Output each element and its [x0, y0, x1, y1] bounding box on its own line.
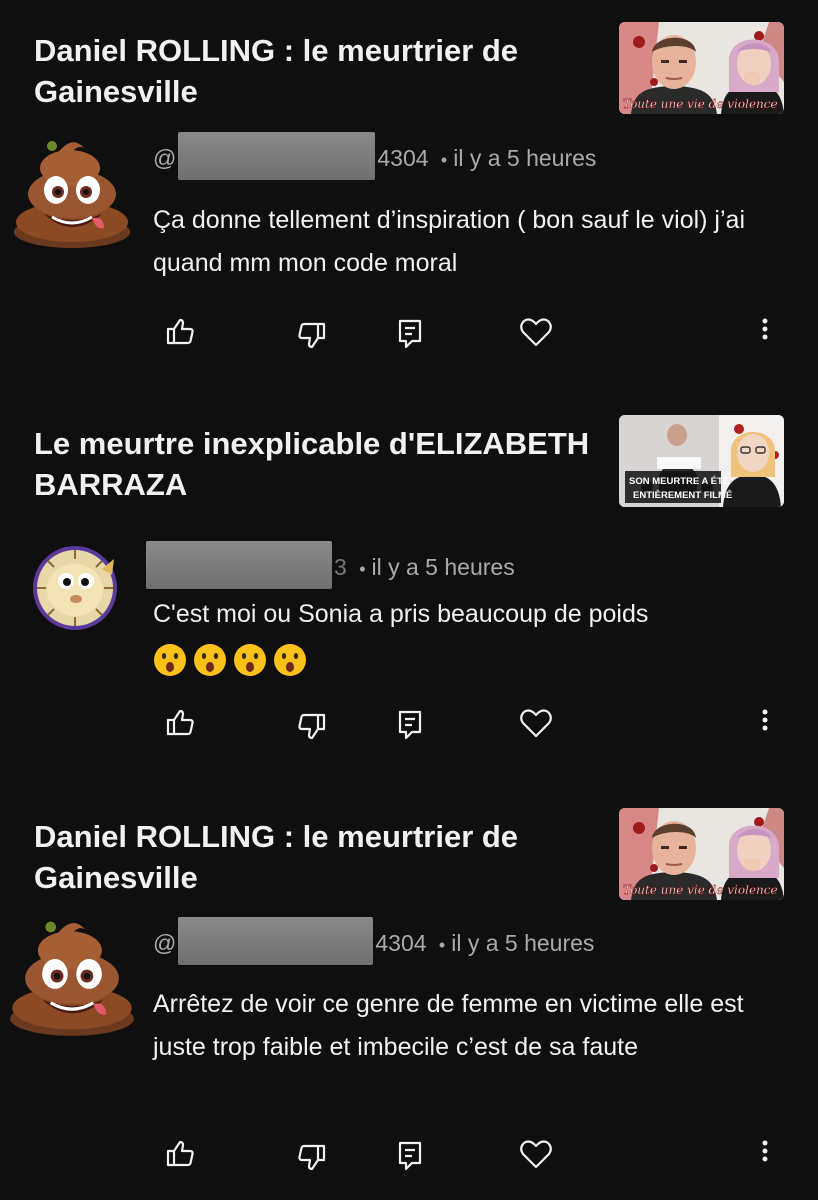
thumbnail-caption: Toute une vie de violence [623, 883, 778, 897]
hushed-face-emoji [234, 644, 266, 677]
meta-separator: • [438, 935, 446, 956]
heart-icon [520, 318, 552, 347]
more-options-button[interactable] [745, 312, 785, 352]
thumbnail-caption: Toute une vie de violence [623, 97, 778, 111]
reply-button[interactable] [390, 703, 430, 743]
heart-icon [520, 1140, 552, 1169]
like-button[interactable] [160, 1134, 200, 1174]
reply-icon [398, 710, 422, 740]
like-icon [166, 709, 194, 736]
pufferfish-icon [33, 546, 117, 630]
comment-text: Ça donne tellement d’inspiration ( bon s… [153, 206, 745, 277]
avatar[interactable] [32, 545, 118, 631]
thumbnail-image: SON MEURTRE A ÉTÉ ENTIÈREMENT FILMÉ [619, 415, 784, 507]
reply-icon [398, 1141, 422, 1171]
redacted-username [146, 541, 332, 589]
timestamp: il y a 5 heures [371, 554, 515, 581]
handle-suffix: 4304 [377, 145, 429, 172]
reply-button[interactable] [390, 312, 430, 352]
more-options-icon [762, 318, 768, 340]
dislike-button[interactable] [292, 312, 332, 352]
dislike-icon [298, 713, 326, 740]
redacted-username [178, 917, 374, 965]
more-options-button[interactable] [745, 703, 785, 743]
comment-card: Daniel ROLLING : le meurtrier de Gainesv… [0, 786, 818, 1200]
video-thumbnail[interactable]: Toute une vie de violence [619, 22, 784, 114]
more-options-icon [762, 709, 768, 731]
comment-text: C'est moi ou Sonia a pris beaucoup de po… [153, 593, 793, 679]
reply-icon [398, 319, 422, 349]
comment-actions [0, 703, 818, 747]
like-button[interactable] [160, 703, 200, 743]
dislike-icon [298, 1144, 326, 1171]
dislike-button[interactable] [292, 1134, 332, 1174]
comment-meta: @4304 • il y a 5 heures [153, 132, 597, 180]
hushed-face-emoji [154, 644, 186, 677]
handle-suffix: 3 [334, 554, 347, 581]
avatar[interactable] [8, 914, 136, 1036]
dislike-icon [298, 322, 326, 349]
avatar[interactable] [12, 134, 132, 248]
video-thumbnail[interactable]: Toute une vie de violence [619, 808, 784, 900]
video-title[interactable]: Daniel ROLLING : le meurtrier de Gainesv… [34, 816, 594, 898]
more-options-icon [762, 1140, 768, 1162]
handle-suffix: 4304 [375, 930, 427, 957]
dislike-button[interactable] [292, 703, 332, 743]
meta-separator: • [440, 150, 448, 171]
like-icon [166, 1140, 194, 1167]
hushed-face-emoji [194, 644, 226, 677]
heart-button[interactable] [516, 703, 556, 743]
meta-separator: • [359, 559, 366, 580]
comment-text: Arrêtez de voir ce genre de femme en vic… [153, 990, 744, 1061]
hushed-face-emoji [274, 644, 306, 677]
poop-emoji-icon [14, 141, 130, 248]
comment-actions [0, 1134, 818, 1178]
reply-button[interactable] [390, 1134, 430, 1174]
handle-prefix: @ [153, 930, 177, 957]
redacted-username [178, 132, 376, 180]
timestamp: il y a 5 heures [451, 930, 595, 957]
comment-meta: @4304 • il y a 5 heures [153, 917, 595, 965]
heart-button[interactable] [516, 1134, 556, 1174]
video-title[interactable]: Daniel ROLLING : le meurtrier de Gainesv… [34, 30, 594, 112]
like-button[interactable] [160, 312, 200, 352]
thumbnail-image: Toute une vie de violence [619, 808, 784, 900]
timestamp: il y a 5 heures [453, 145, 597, 172]
like-icon [166, 318, 194, 345]
emoji-row [153, 643, 307, 677]
comment-actions [0, 312, 818, 356]
heart-button[interactable] [516, 312, 556, 352]
thumbnail-image: Toute une vie de violence [619, 22, 784, 114]
thumbnail-caption-line-2: ENTIÈREMENT FILMÉ [633, 490, 732, 501]
video-thumbnail[interactable]: SON MEURTRE A ÉTÉ ENTIÈREMENT FILMÉ [619, 415, 784, 507]
video-title[interactable]: Le meurtre inexplicable d'ELIZABETH BARR… [34, 423, 594, 505]
thumbnail-caption-line-1: SON MEURTRE A ÉTÉ [629, 476, 729, 487]
more-options-button[interactable] [745, 1134, 785, 1174]
comment-meta: 3 • il y a 5 heures [146, 541, 515, 589]
heart-icon [520, 709, 552, 738]
comment-card: Le meurtre inexplicable d'ELIZABETH BARR… [0, 393, 818, 785]
handle-prefix: @ [153, 145, 177, 172]
comment-body: C'est moi ou Sonia a pris beaucoup de po… [153, 600, 649, 628]
comment-card: Daniel ROLLING : le meurtrier de Gainesv… [0, 0, 818, 392]
poop-emoji-icon [10, 921, 134, 1036]
